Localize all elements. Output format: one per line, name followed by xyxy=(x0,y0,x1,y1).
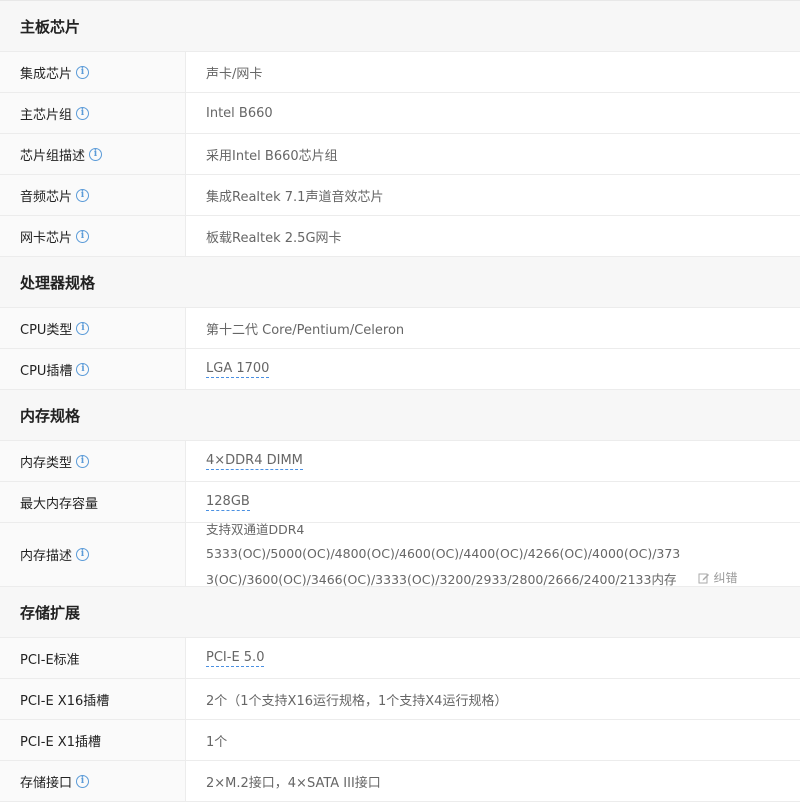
spec-value-cell: 集成Realtek 7.1声道音效芯片 xyxy=(186,175,800,215)
spec-label: 芯片组描述 xyxy=(20,148,86,164)
info-icon[interactable]: i xyxy=(89,147,103,161)
spec-label-cell: 最大内存容量 xyxy=(0,482,186,522)
spec-label-cell: 内存类型 i xyxy=(0,441,186,481)
spec-label: 存储接口 xyxy=(20,775,73,791)
spec-label-cell: 芯片组描述 i xyxy=(0,134,186,174)
spec-row: 存储接口 i 2×M.2接口，4×SATA III接口 xyxy=(0,761,800,802)
spec-value-cell: 板载Realtek 2.5G网卡 xyxy=(186,216,800,256)
correct-button[interactable]: 纠错 xyxy=(698,566,737,590)
spec-row: 网卡芯片 i 板载Realtek 2.5G网卡 xyxy=(0,216,800,257)
memory-description-text: 3(OC)/3600(OC)/3466(OC)/3333(OC)/3200/29… xyxy=(206,571,677,587)
spec-row: PCI-E X16插槽 2个（1个支持X16运行规格，1个支持X4运行规格） xyxy=(0,679,800,720)
spec-sheet: 主板芯片 集成芯片 i 声卡/网卡 主芯片组 i Intel B660 芯片组描… xyxy=(0,0,800,802)
spec-label: 音频芯片 xyxy=(20,189,73,205)
spec-label-cell: PCI-E X16插槽 xyxy=(0,679,186,719)
spec-value: 1个 xyxy=(206,734,228,750)
spec-row: 主芯片组 i Intel B660 xyxy=(0,93,800,134)
spec-label: 内存描述 xyxy=(20,549,73,564)
spec-value-cell: 128GB xyxy=(186,482,800,522)
spec-value-cell: 2个（1个支持X16运行规格，1个支持X4运行规格） xyxy=(186,679,800,719)
spec-label: 最大内存容量 xyxy=(20,496,99,512)
spec-label: 网卡芯片 xyxy=(20,230,73,246)
memory-type-link[interactable]: 4×DDR4 DIMM xyxy=(206,453,303,470)
correct-label: 纠错 xyxy=(713,570,738,585)
section-header-memory: 内存规格 xyxy=(0,390,800,441)
spec-label-cell: 集成芯片 i xyxy=(0,52,186,92)
spec-label-cell: CPU插槽 i xyxy=(0,349,186,389)
spec-row: 芯片组描述 i 采用Intel B660芯片组 xyxy=(0,134,800,175)
spec-label: CPU类型 xyxy=(20,322,73,338)
spec-row: 音频芯片 i 集成Realtek 7.1声道音效芯片 xyxy=(0,175,800,216)
spec-label: 内存类型 xyxy=(20,455,73,471)
spec-value-cell: 2×M.2接口，4×SATA III接口 xyxy=(186,761,800,801)
section-title: 存储扩展 xyxy=(20,603,81,622)
max-memory-link[interactable]: 128GB xyxy=(206,494,250,511)
spec-label-cell: 音频芯片 i xyxy=(0,175,186,215)
spec-label: 集成芯片 xyxy=(20,66,73,82)
section-title: 主板芯片 xyxy=(20,17,81,36)
section-title: 处理器规格 xyxy=(20,273,96,292)
spec-label: PCI-E X1插槽 xyxy=(20,734,101,750)
spec-label-cell: 内存描述 i xyxy=(0,523,186,586)
spec-label-cell: 主芯片组 i xyxy=(0,93,186,133)
spec-value-cell: LGA 1700 xyxy=(186,349,800,389)
info-icon[interactable]: i xyxy=(76,65,90,79)
info-icon[interactable]: i xyxy=(76,229,90,243)
spec-value-cell: 采用Intel B660芯片组 xyxy=(186,134,800,174)
memory-description: 支持双通道DDR4 5333(OC)/5000(OC)/4800(OC)/460… xyxy=(206,518,780,592)
spec-row: 内存描述 i 支持双通道DDR4 5333(OC)/5000(OC)/4800(… xyxy=(0,522,800,587)
spec-label-cell: CPU类型 i xyxy=(0,308,186,348)
spec-row: PCI-E标准 PCI-E 5.0 xyxy=(0,638,800,679)
spec-value-cell: 4×DDR4 DIMM xyxy=(186,441,800,481)
section-header-storage: 存储扩展 xyxy=(0,587,800,638)
spec-value: 2×M.2接口，4×SATA III接口 xyxy=(206,775,381,791)
spec-value-cell: 1个 xyxy=(186,720,800,760)
section-header-processor: 处理器规格 xyxy=(0,257,800,308)
spec-value: 第十二代 Core/Pentium/Celeron xyxy=(206,322,405,338)
memory-description-line: 3(OC)/3600(OC)/3466(OC)/3333(OC)/3200/29… xyxy=(206,566,780,592)
spec-value: 声卡/网卡 xyxy=(206,66,263,82)
spec-label: PCI-E标准 xyxy=(20,652,80,668)
edit-icon xyxy=(698,573,710,583)
info-icon[interactable]: i xyxy=(76,454,90,468)
info-icon[interactable]: i xyxy=(76,106,90,120)
spec-row: 集成芯片 i 声卡/网卡 xyxy=(0,52,800,93)
spec-value-cell: Intel B660 xyxy=(186,93,800,133)
spec-label: PCI-E X16插槽 xyxy=(20,693,110,709)
spec-value-cell: 第十二代 Core/Pentium/Celeron xyxy=(186,308,800,348)
info-icon[interactable]: i xyxy=(76,362,90,376)
spec-value-cell: PCI-E 5.0 xyxy=(186,638,800,678)
spec-row: CPU插槽 i LGA 1700 xyxy=(0,349,800,390)
memory-description-line: 支持双通道DDR4 5333(OC)/5000(OC)/4800(OC)/460… xyxy=(206,521,681,561)
spec-value: 采用Intel B660芯片组 xyxy=(206,148,338,164)
spec-row: PCI-E X1插槽 1个 xyxy=(0,720,800,761)
info-icon[interactable]: i xyxy=(76,321,90,335)
spec-value-cell: 声卡/网卡 xyxy=(186,52,800,92)
pcie-standard-link[interactable]: PCI-E 5.0 xyxy=(206,650,265,667)
spec-label-cell: 网卡芯片 i xyxy=(0,216,186,256)
spec-value: 集成Realtek 7.1声道音效芯片 xyxy=(206,189,384,205)
spec-value: 板载Realtek 2.5G网卡 xyxy=(206,230,342,246)
cpu-socket-link[interactable]: LGA 1700 xyxy=(206,361,270,378)
spec-row: 内存类型 i 4×DDR4 DIMM xyxy=(0,441,800,482)
spec-row: CPU类型 i 第十二代 Core/Pentium/Celeron xyxy=(0,308,800,349)
spec-value: 2个（1个支持X16运行规格，1个支持X4运行规格） xyxy=(206,693,508,709)
spec-label: CPU插槽 xyxy=(20,363,73,379)
section-header-chipset: 主板芯片 xyxy=(0,1,800,52)
spec-label-cell: 存储接口 i xyxy=(0,761,186,801)
info-icon[interactable]: i xyxy=(76,548,90,561)
info-icon[interactable]: i xyxy=(76,774,90,788)
spec-value-cell: 支持双通道DDR4 5333(OC)/5000(OC)/4800(OC)/460… xyxy=(186,522,800,587)
section-title: 内存规格 xyxy=(20,406,81,425)
spec-label-cell: PCI-E标准 xyxy=(0,638,186,678)
info-icon[interactable]: i xyxy=(76,188,90,202)
spec-label: 主芯片组 xyxy=(20,107,73,123)
spec-label-cell: PCI-E X1插槽 xyxy=(0,720,186,760)
spec-value: Intel B660 xyxy=(206,105,273,121)
